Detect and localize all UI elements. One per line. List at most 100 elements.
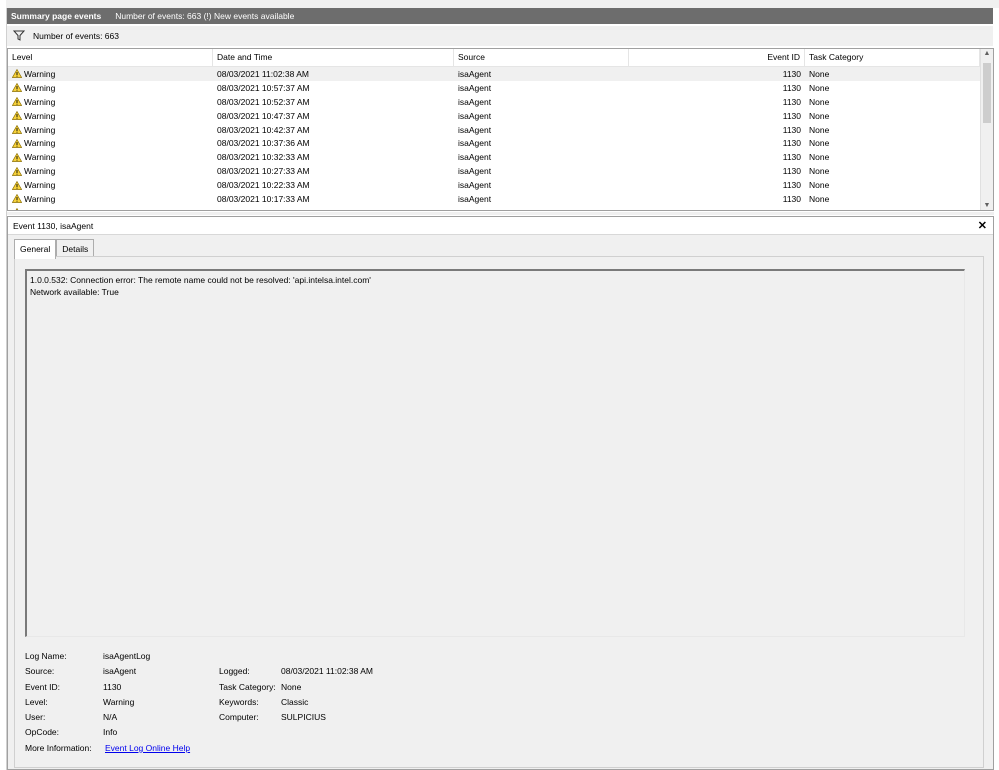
source-label: Source: bbox=[25, 666, 55, 677]
scroll-up-icon[interactable]: ▲ bbox=[981, 50, 993, 57]
pane-splitter[interactable] bbox=[7, 212, 994, 215]
user-label: User: bbox=[25, 712, 46, 723]
row-date: 08/03/2021 10:52:37 AM bbox=[217, 96, 310, 107]
summary-title-bar: Summary page events Number of events: 66… bbox=[7, 8, 993, 24]
table-row[interactable]: Warning 08/03/2021 10:32:33 AM isaAgent 113… bbox=[8, 150, 981, 164]
message-line-1: 1.0.0.532: Connection error: The remote … bbox=[30, 275, 371, 285]
row-level-text: Warning bbox=[24, 68, 56, 79]
row-level-text: Warning bbox=[24, 180, 56, 191]
row-task-category: None bbox=[809, 68, 830, 79]
warning-icon bbox=[11, 110, 23, 120]
row-event-id: 1130 bbox=[782, 68, 801, 79]
event-message-box[interactable]: 1.0.0.532: Connection error: The remote … bbox=[25, 269, 965, 637]
row-task-category: None bbox=[809, 110, 830, 121]
left-edge bbox=[0, 0, 7, 770]
table-row[interactable]: Warning 08/03/2021 10:57:37 AM isaAgent 113… bbox=[8, 81, 981, 95]
row-level: Warning bbox=[8, 111, 213, 121]
row-level-text: Warning bbox=[24, 138, 56, 149]
row-level-text: Warning bbox=[24, 110, 56, 121]
column-header-date[interactable]: Date and Time bbox=[213, 49, 454, 66]
table-row[interactable]: Warning 08/03/2021 10:42:37 AM isaAgent 113… bbox=[8, 123, 981, 137]
row-level: Warning bbox=[8, 83, 213, 93]
table-row[interactable]: Warning 08/03/2021 10:12:33 AMisaAgent113… bbox=[8, 206, 981, 210]
row-level: Warning bbox=[8, 180, 213, 190]
scroll-down-icon[interactable]: ▼ bbox=[981, 202, 993, 209]
filter-icon[interactable] bbox=[12, 30, 26, 43]
source-value: isaAgent bbox=[103, 666, 137, 677]
row-level: Warning bbox=[8, 166, 213, 176]
table-row[interactable]: Warning 08/03/2021 10:17:33 AM isaAgent 113… bbox=[8, 192, 981, 206]
row-date: 08/03/2021 10:12:33 AM bbox=[213, 208, 454, 210]
row-date: 08/03/2021 11:02:38 AM bbox=[217, 68, 310, 79]
warning-icon bbox=[11, 97, 23, 107]
row-date: 08/03/2021 10:57:37 AM bbox=[217, 82, 310, 93]
table-rows: Warning 08/03/2021 11:02:38 AM isaAgent 113… bbox=[8, 67, 981, 210]
column-header-source[interactable]: Source bbox=[454, 49, 629, 66]
row-task-category: None bbox=[809, 180, 830, 191]
scroll-thumb[interactable] bbox=[983, 63, 991, 123]
keywords-label: Keywords: bbox=[219, 696, 259, 707]
row-date: 08/03/2021 10:42:37 AM bbox=[217, 124, 310, 135]
row-task-category: None bbox=[809, 96, 830, 107]
row-task-category: None bbox=[809, 166, 830, 177]
row-date: 08/03/2021 10:47:37 AM bbox=[217, 110, 310, 121]
column-header-level[interactable]: Level bbox=[8, 49, 213, 66]
row-source: isaAgent bbox=[458, 166, 492, 177]
event-count-label: Number of events: 663 bbox=[33, 31, 119, 41]
table-row[interactable]: Warning 08/03/2021 10:27:33 AM isaAgent 113… bbox=[8, 164, 981, 178]
row-event-id: 1130 bbox=[782, 193, 801, 204]
row-level-text: Warning bbox=[24, 124, 56, 135]
logged-value: 08/03/2021 11:02:38 AM bbox=[281, 666, 374, 677]
table-row[interactable]: Warning 08/03/2021 10:22:33 AM isaAgent 113… bbox=[8, 178, 981, 192]
row-source: isaAgent bbox=[458, 82, 492, 93]
table-row[interactable]: Warning 08/03/2021 10:52:37 AM isaAgent 113… bbox=[8, 95, 981, 109]
column-header-event-id[interactable]: Event ID bbox=[629, 49, 805, 66]
row-event-id: 1130 bbox=[782, 152, 801, 163]
log-name-value: isaAgentLog bbox=[103, 651, 151, 661]
log-name-label: Log Name: bbox=[25, 651, 67, 661]
table-row[interactable]: Warning 08/03/2021 11:02:38 AM isaAgent 113… bbox=[8, 67, 981, 81]
row-level-text: Warning bbox=[24, 193, 56, 204]
computer-label: Computer: bbox=[219, 712, 259, 723]
warning-icon bbox=[11, 83, 23, 93]
row-level: Warning bbox=[8, 97, 213, 107]
event-detail-pane: Event 1130, isaAgent ✕ General Details 1… bbox=[7, 216, 994, 770]
user-value: N/A bbox=[103, 712, 118, 723]
row-event-id: 1130 bbox=[782, 82, 801, 93]
row-level-text: Warning bbox=[24, 96, 56, 107]
row-date: 08/03/2021 10:32:33 AM bbox=[217, 152, 310, 163]
logged-label: Logged: bbox=[219, 666, 250, 677]
warning-icon bbox=[11, 152, 23, 162]
filter-bar: Number of events: 663 bbox=[7, 26, 993, 46]
opcode-value: Info bbox=[103, 727, 118, 738]
table-row[interactable]: Warning 08/03/2021 10:47:37 AM isaAgent 113… bbox=[8, 109, 981, 123]
row-level: Warning bbox=[8, 69, 213, 79]
general-tab-panel: 1.0.0.532: Connection error: The remote … bbox=[14, 256, 984, 768]
row-source: isaAgent bbox=[458, 180, 492, 191]
row-source: isaAgent bbox=[458, 68, 492, 79]
table-row[interactable]: Warning 08/03/2021 10:37:36 AM isaAgent 113… bbox=[8, 136, 981, 150]
row-level: Warning bbox=[8, 152, 213, 162]
summary-subtitle: Number of events: 663 (!) New events ava… bbox=[115, 11, 295, 21]
events-table: Level Date and Time Source Event ID Task… bbox=[7, 48, 994, 211]
row-level-text: Warning bbox=[24, 208, 55, 210]
close-icon[interactable]: ✕ bbox=[978, 219, 987, 232]
row-level: Warning bbox=[8, 138, 213, 148]
row-task-category: None bbox=[809, 124, 830, 135]
level-label: Level: bbox=[25, 696, 48, 707]
warning-icon bbox=[11, 166, 23, 176]
task-category-value: None bbox=[281, 681, 302, 692]
row-date: 08/03/2021 10:27:33 AM bbox=[217, 166, 310, 177]
column-header-task-category[interactable]: Task Category bbox=[805, 49, 980, 66]
row-level-text: Warning bbox=[24, 152, 56, 163]
row-source: isaAgent bbox=[458, 193, 492, 204]
level-value: Warning bbox=[103, 696, 135, 707]
row-source: isaAgent bbox=[458, 110, 492, 121]
table-scrollbar[interactable]: ▲ ▼ bbox=[980, 49, 993, 210]
warning-icon bbox=[11, 138, 23, 148]
row-task-category: None bbox=[809, 193, 830, 204]
tab-general[interactable]: General bbox=[14, 239, 57, 259]
row-task-category: None bbox=[805, 208, 980, 210]
task-category-label: Task Category: bbox=[219, 681, 276, 692]
event-log-online-help-link[interactable]: Event Log Online Help bbox=[105, 741, 190, 756]
